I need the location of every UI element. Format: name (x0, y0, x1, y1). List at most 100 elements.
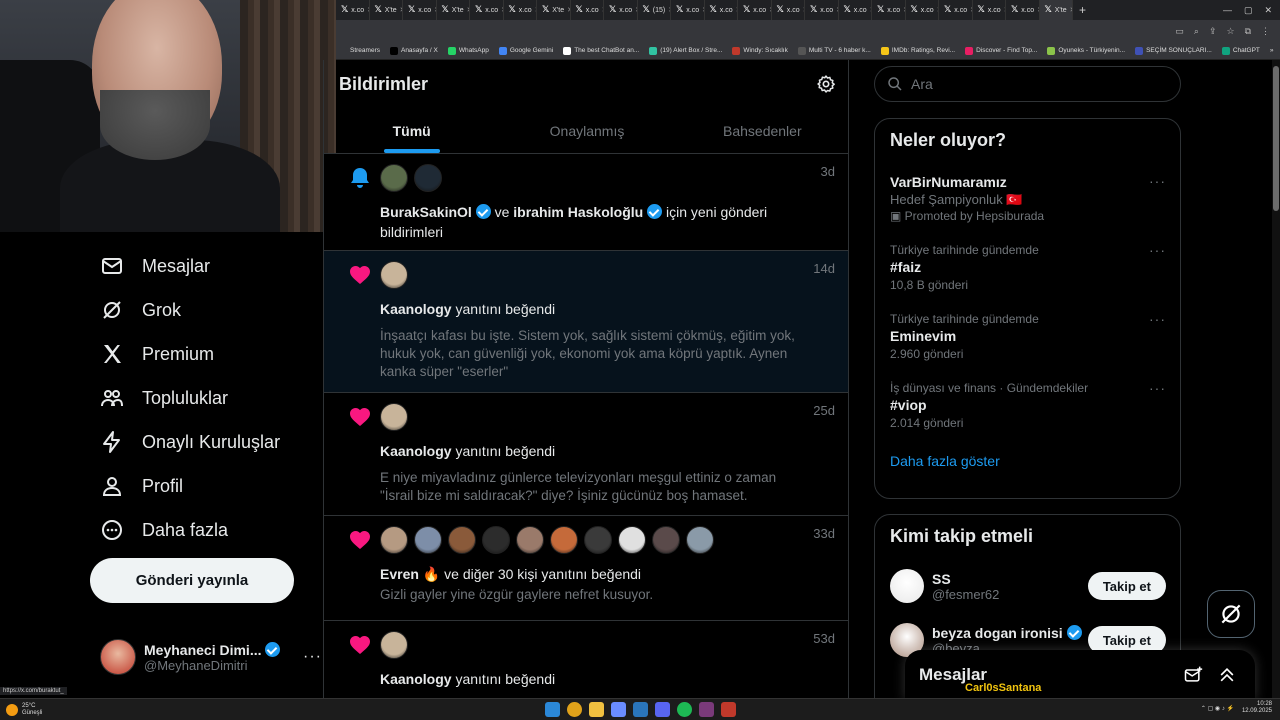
bookmark-item[interactable]: The best ChatBot an... (563, 46, 639, 55)
bookmark-item[interactable]: Streamers (339, 46, 380, 55)
avatar[interactable] (380, 261, 408, 289)
browser-tab[interactable]: 𝕏X'te✕ (537, 0, 571, 20)
actor-name[interactable]: Kaanology (380, 671, 452, 687)
browser-tab[interactable]: 𝕏x.co✕ (470, 0, 504, 20)
more-dots-icon[interactable]: ··· (1149, 173, 1166, 189)
browser-tab[interactable]: 𝕏x.co✕ (671, 0, 705, 20)
nav-item-profil[interactable]: Profil (90, 464, 324, 508)
scrollbar-thumb[interactable] (1273, 66, 1279, 211)
notification-item[interactable]: 14d Kaanology yanıtını beğendi İnşaatçı ka… (324, 251, 848, 393)
avatar[interactable] (380, 631, 408, 659)
browser-tab[interactable]: 𝕏x.co✕ (906, 0, 939, 20)
browser-tab[interactable]: 𝕏x.co✕ (772, 0, 805, 20)
post-button[interactable]: Gönderi yayınla (90, 558, 294, 603)
windows-start-icon[interactable] (545, 702, 560, 717)
actor-name[interactable]: Evren (380, 566, 419, 582)
browser-tab[interactable]: 𝕏x.co✕ (939, 0, 973, 20)
show-more-link[interactable]: Daha fazla göster (875, 453, 1180, 469)
avatar[interactable] (380, 526, 408, 554)
bookmark-item[interactable]: Oyuneks - Türkiyenin... (1047, 46, 1125, 55)
trend-item[interactable]: İş dünyası ve finans · Gündemdekiler #vio… (875, 380, 1180, 431)
avatar[interactable] (652, 526, 680, 554)
browser-tab[interactable]: 𝕏x.co✕ (973, 0, 1006, 20)
browser-tab[interactable]: 𝕏X'te✕ (370, 0, 403, 20)
more-dots-icon[interactable]: ··· (1149, 380, 1166, 396)
file-explorer-icon[interactable] (589, 702, 604, 717)
follow-suggestion[interactable]: SS @fesmer62 Takip et (875, 559, 1180, 613)
grok-floating-button[interactable] (1207, 590, 1255, 638)
browser-tab[interactable]: 𝕏x.co✕ (571, 0, 604, 20)
gear-icon[interactable] (816, 74, 836, 94)
actor-name[interactable]: BurakSakinOl (380, 204, 472, 220)
avatar[interactable] (890, 569, 924, 603)
browser-tab[interactable]: 𝕏x.co✕ (705, 0, 738, 20)
actor-name[interactable]: ibrahim Haskoloğlu (513, 204, 643, 220)
browser-tab[interactable]: 𝕏x.co✕ (738, 0, 772, 20)
browser-tab[interactable]: 𝕏X'te✕ (1039, 0, 1073, 20)
browser-tab[interactable]: 𝕏x.co✕ (805, 0, 839, 20)
avatar[interactable] (414, 164, 442, 192)
chrome-icon[interactable] (567, 702, 582, 717)
bookmark-item[interactable]: Discover - Find Top... (965, 46, 1037, 55)
avatar[interactable] (448, 526, 476, 554)
actor-name[interactable]: Kaanology (380, 443, 452, 459)
bookmark-item[interactable]: IMDb: Ratings, Revi... (880, 46, 955, 55)
notification-item[interactable]: 33d Evren 🔥 ve diğer 30 kişi yanıtını beğ… (324, 516, 848, 621)
more-dots-icon[interactable]: ··· (303, 648, 322, 666)
browser-tab[interactable]: 𝕏x.co✕ (872, 0, 906, 20)
tab-0[interactable]: Tümü (324, 108, 499, 153)
app-icon[interactable] (699, 702, 714, 717)
maximize-icon[interactable]: ▢ (1244, 5, 1253, 16)
bookmark-item[interactable]: Windy: Sıcaklık (732, 46, 788, 55)
share-icon[interactable]: ⇪ (1209, 26, 1217, 37)
browser-tab[interactable]: 𝕏x.co✕ (604, 0, 638, 20)
avatar[interactable] (380, 403, 408, 431)
avatar[interactable] (584, 526, 612, 554)
avatar[interactable] (618, 526, 646, 554)
extensions-icon[interactable]: ⧉ (1245, 26, 1251, 37)
nav-item-premium[interactable]: Premium (90, 332, 324, 376)
avatar[interactable] (550, 526, 578, 554)
browser-tab[interactable]: 𝕏x.co✕ (403, 0, 437, 20)
bookmark-item[interactable]: WhatsApp (447, 46, 489, 55)
new-tab-icon[interactable]: + (1073, 3, 1092, 17)
bookmarks-overflow-icon[interactable]: » (1270, 47, 1274, 54)
more-dots-icon[interactable]: ··· (1149, 242, 1166, 258)
bookmark-item[interactable]: ChatGPT (1221, 46, 1260, 55)
messages-drawer[interactable]: Mesajlar (905, 650, 1255, 700)
nav-item-topluluklar[interactable]: Topluluklar (90, 376, 324, 420)
menu-icon[interactable]: ⋮ (1261, 26, 1270, 37)
trend-item[interactable]: Türkiye tarihinde gündemde #faiz 10,8 B gö… (875, 242, 1180, 293)
minimize-icon[interactable]: — (1223, 5, 1232, 16)
bookmark-item[interactable]: Anasayfa / X (389, 46, 438, 55)
nav-item-grok[interactable]: Grok (90, 288, 324, 332)
tray-icons[interactable]: ⌃ ▢ ◉ ♪ ⚡ (1201, 705, 1234, 712)
browser-tab[interactable]: 𝕏x.co✕ (839, 0, 872, 20)
obs-icon[interactable] (721, 702, 736, 717)
app-icon[interactable] (633, 702, 648, 717)
nav-item-onaylı-kuruluşlar[interactable]: Onaylı Kuruluşlar (90, 420, 324, 464)
browser-tab[interactable]: 𝕏x.co✕ (504, 0, 537, 20)
chevron-up-double-icon[interactable] (1217, 665, 1237, 685)
avatar[interactable] (516, 526, 544, 554)
close-window-icon[interactable]: ✕ (1264, 5, 1272, 16)
weather-widget[interactable]: 25°C Güneşli (0, 703, 42, 717)
app-icon[interactable] (611, 702, 626, 717)
bookmark-item[interactable]: Google Gemini (498, 46, 553, 55)
browser-tab[interactable]: 𝕏x.co✕ (336, 0, 370, 20)
trend-item[interactable]: VarBirNumaramız Hedef Şampiyonluk 🇹🇷 ▣ Pro… (875, 173, 1180, 224)
bookmark-item[interactable]: SEÇİM SONUÇLARI... (1135, 46, 1212, 55)
discord-icon[interactable] (655, 702, 670, 717)
avatar[interactable] (380, 164, 408, 192)
cast-icon[interactable]: ▭ (1175, 26, 1184, 37)
more-dots-icon[interactable]: ··· (1149, 311, 1166, 327)
nav-item-mesajlar[interactable]: Mesajlar (90, 244, 324, 288)
search-box[interactable]: Ara (874, 66, 1181, 102)
nav-item-daha-fazla[interactable]: Daha fazla (90, 508, 324, 552)
trend-item[interactable]: Türkiye tarihinde gündemde Eminevim 2.960 … (875, 311, 1180, 362)
new-message-icon[interactable] (1183, 665, 1203, 685)
notification-item[interactable]: 53d Kaanology yanıtını beğendi (324, 621, 848, 700)
tab-2[interactable]: Bahsedenler (675, 108, 848, 153)
bookmark-item[interactable]: (19) Alert Box / Stre... (649, 46, 722, 55)
spotify-icon[interactable] (677, 702, 692, 717)
